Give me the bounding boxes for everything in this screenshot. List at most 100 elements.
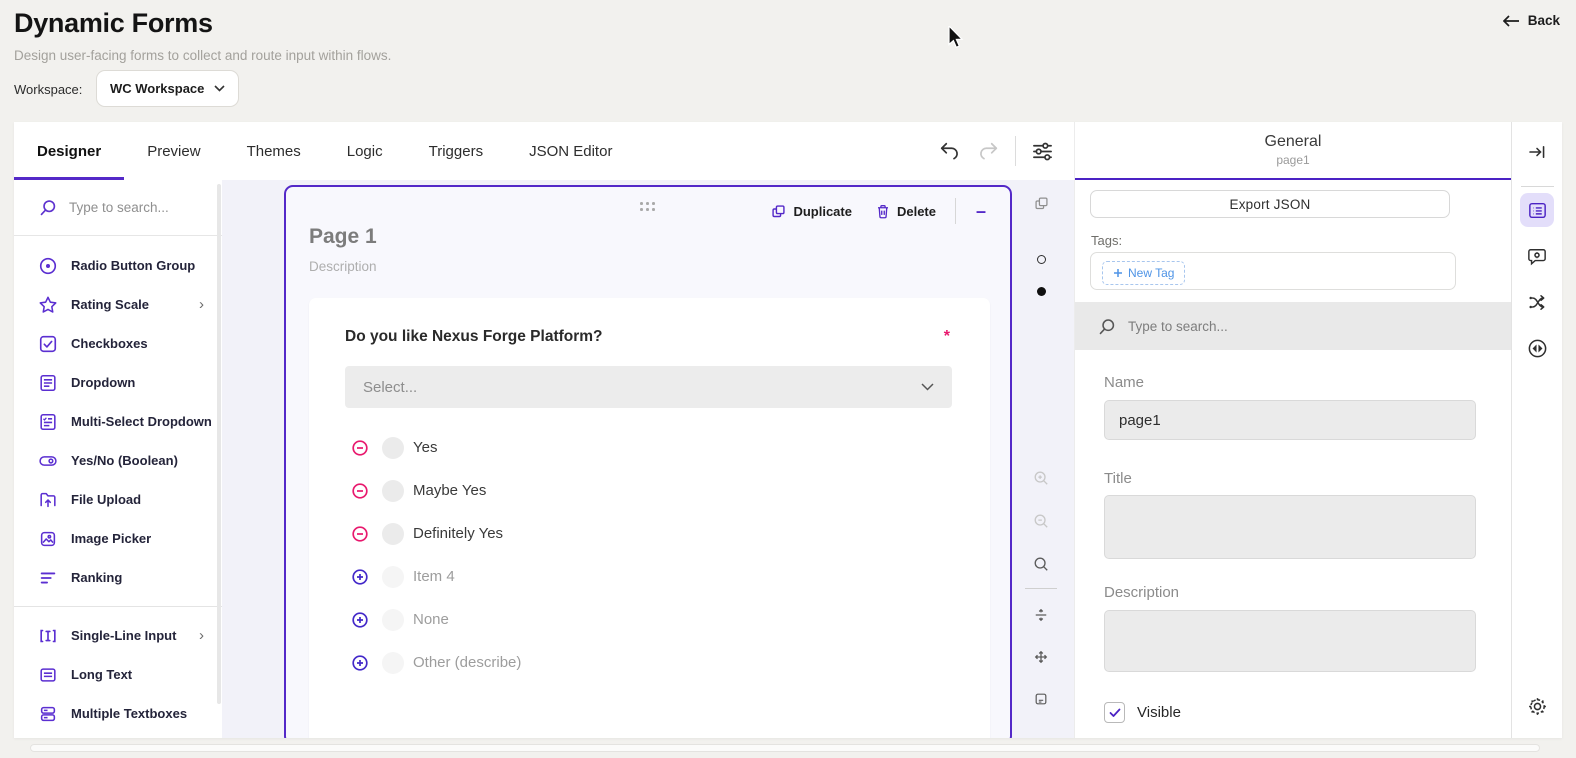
property-search[interactable] [1075, 302, 1511, 350]
drag-handle-icon[interactable] [640, 202, 656, 212]
toolbox-item-file-upload[interactable]: File Upload [14, 480, 222, 519]
toolbox-search[interactable] [14, 180, 222, 236]
description-field-input[interactable] [1104, 610, 1476, 672]
toolbox-item-checkboxes[interactable]: Checkboxes [14, 324, 222, 363]
toolbox-item-label: Single-Line Input [71, 628, 176, 643]
choice-label[interactable]: Maybe Yes [413, 482, 486, 499]
choice-label[interactable]: Yes [413, 439, 437, 456]
page-copy-icon[interactable] [1028, 196, 1054, 211]
tab-designer[interactable]: Designer [14, 122, 124, 180]
tags-box: New Tag [1090, 252, 1456, 290]
add-choice-icon[interactable] [352, 569, 368, 585]
redo-button[interactable] [969, 122, 1009, 180]
zoom-in-icon[interactable] [1028, 470, 1054, 486]
rating-scale-icon [38, 295, 58, 315]
fit-height-icon[interactable] [1028, 608, 1054, 622]
radio-icon[interactable] [382, 480, 404, 502]
design-canvas: Duplicate Delete – Page 1 Description Do… [222, 180, 1074, 738]
radio-icon[interactable] [382, 609, 404, 631]
radio-button-group-icon [38, 256, 58, 276]
choice-label[interactable]: Item 4 [413, 568, 455, 585]
form-designer-panel: Designer Preview Themes Logic Triggers J… [14, 122, 1562, 738]
toolbox-scrollbar[interactable] [217, 184, 221, 704]
select-placeholder: Select... [363, 379, 417, 396]
gear-icon [1527, 696, 1548, 717]
tab-logic[interactable]: Logic [324, 122, 406, 180]
toolbox-item-multiselect-dropdown[interactable]: Multi-Select Dropdown [14, 402, 222, 441]
chevron-down-icon [214, 85, 225, 92]
toolbox-item-multiple-textboxes[interactable]: Multiple Textboxes [14, 694, 222, 733]
translation-tab[interactable] [1520, 331, 1554, 365]
page-preview-icon[interactable] [1028, 692, 1054, 706]
submenu-chevron-icon[interactable]: › [199, 627, 212, 644]
remove-choice-icon[interactable] [352, 483, 368, 499]
tab-json-editor[interactable]: JSON Editor [506, 122, 635, 180]
radio-icon[interactable] [382, 566, 404, 588]
add-choice-icon[interactable] [352, 612, 368, 628]
choice-row: None [309, 598, 990, 641]
horizontal-scrollbar[interactable] [30, 744, 1540, 752]
workspace-select[interactable]: WC Workspace [96, 70, 239, 107]
undo-button[interactable] [929, 122, 969, 180]
visible-checkbox[interactable] [1104, 702, 1125, 723]
toolbox-item-single-line-input[interactable]: Single-Line Input › [14, 616, 222, 655]
toolbox-item-rating-scale[interactable]: Rating Scale › [14, 285, 222, 324]
question-select[interactable]: Select... [345, 366, 952, 408]
remove-choice-icon[interactable] [352, 526, 368, 542]
choice-list: Yes Maybe Yes Definitely Yes [309, 426, 990, 684]
zoom-reset-icon[interactable] [1028, 556, 1054, 572]
title-field-input[interactable] [1104, 495, 1476, 559]
page-navigator-dot-filled[interactable] [1028, 287, 1054, 296]
redo-icon [978, 141, 1000, 161]
tab-preview[interactable]: Preview [124, 122, 223, 180]
question-card[interactable]: Do you like Nexus Forge Platform? * Sele… [309, 298, 990, 738]
add-choice-icon[interactable] [352, 655, 368, 671]
collapse-page-button[interactable]: – [966, 197, 996, 225]
collapse-panel-button[interactable] [1520, 135, 1554, 169]
toolbox-search-input[interactable] [69, 200, 199, 215]
page-navigator-dot-outline[interactable] [1028, 255, 1054, 264]
toolbox-item-label: Dropdown [71, 375, 135, 390]
property-grid-tab[interactable] [1520, 193, 1554, 227]
tab-themes[interactable]: Themes [224, 122, 324, 180]
toolbox-item-long-text[interactable]: Long Text [14, 655, 222, 694]
choice-label[interactable]: Definitely Yes [413, 525, 503, 542]
image-picker-icon [38, 529, 58, 549]
chat-gear-icon [1527, 247, 1547, 266]
canvas-page-title[interactable]: Page 1 [309, 225, 377, 249]
tab-triggers[interactable]: Triggers [406, 122, 506, 180]
expand-arrows-icon[interactable] [1028, 650, 1054, 664]
designer-settings-button[interactable] [1022, 122, 1062, 180]
export-json-button[interactable]: Export JSON [1090, 190, 1450, 218]
logic-shuffle-tab[interactable] [1520, 285, 1554, 319]
radio-icon[interactable] [382, 523, 404, 545]
radio-icon[interactable] [382, 652, 404, 674]
sliders-icon [1031, 141, 1054, 162]
delete-button[interactable]: Delete [867, 198, 945, 225]
ranking-icon [38, 568, 58, 588]
submenu-chevron-icon[interactable]: › [199, 296, 212, 313]
toolbox-item-ranking[interactable]: Ranking [14, 558, 222, 597]
radio-icon[interactable] [382, 437, 404, 459]
toolbox-item-boolean[interactable]: Yes/No (Boolean) [14, 441, 222, 480]
survey-settings-tab[interactable] [1520, 239, 1554, 273]
page-card[interactable]: Duplicate Delete – Page 1 Description Do… [284, 185, 1012, 738]
zoom-out-icon[interactable] [1028, 513, 1054, 529]
toolbox-item-dropdown[interactable]: Dropdown [14, 363, 222, 402]
remove-choice-icon[interactable] [352, 440, 368, 456]
back-button[interactable]: Back [1503, 13, 1560, 28]
toolbox-item-radio-button-group[interactable]: Radio Button Group [14, 246, 222, 285]
duplicate-button[interactable]: Duplicate [762, 198, 861, 225]
choice-label[interactable]: None [413, 611, 449, 628]
workspace-label: Workspace: [14, 82, 82, 97]
question-title[interactable]: Do you like Nexus Forge Platform? [345, 328, 603, 346]
new-tag-button[interactable]: New Tag [1102, 261, 1185, 285]
description-field-label: Description [1104, 584, 1179, 601]
property-search-input[interactable] [1128, 319, 1388, 334]
canvas-page-description[interactable]: Description [309, 259, 377, 274]
toolbox-item-image-picker[interactable]: Image Picker [14, 519, 222, 558]
choice-label[interactable]: Other (describe) [413, 654, 521, 671]
name-field-input[interactable] [1104, 400, 1476, 440]
settings-button[interactable] [1520, 689, 1554, 723]
workspace-value: WC Workspace [110, 81, 204, 96]
